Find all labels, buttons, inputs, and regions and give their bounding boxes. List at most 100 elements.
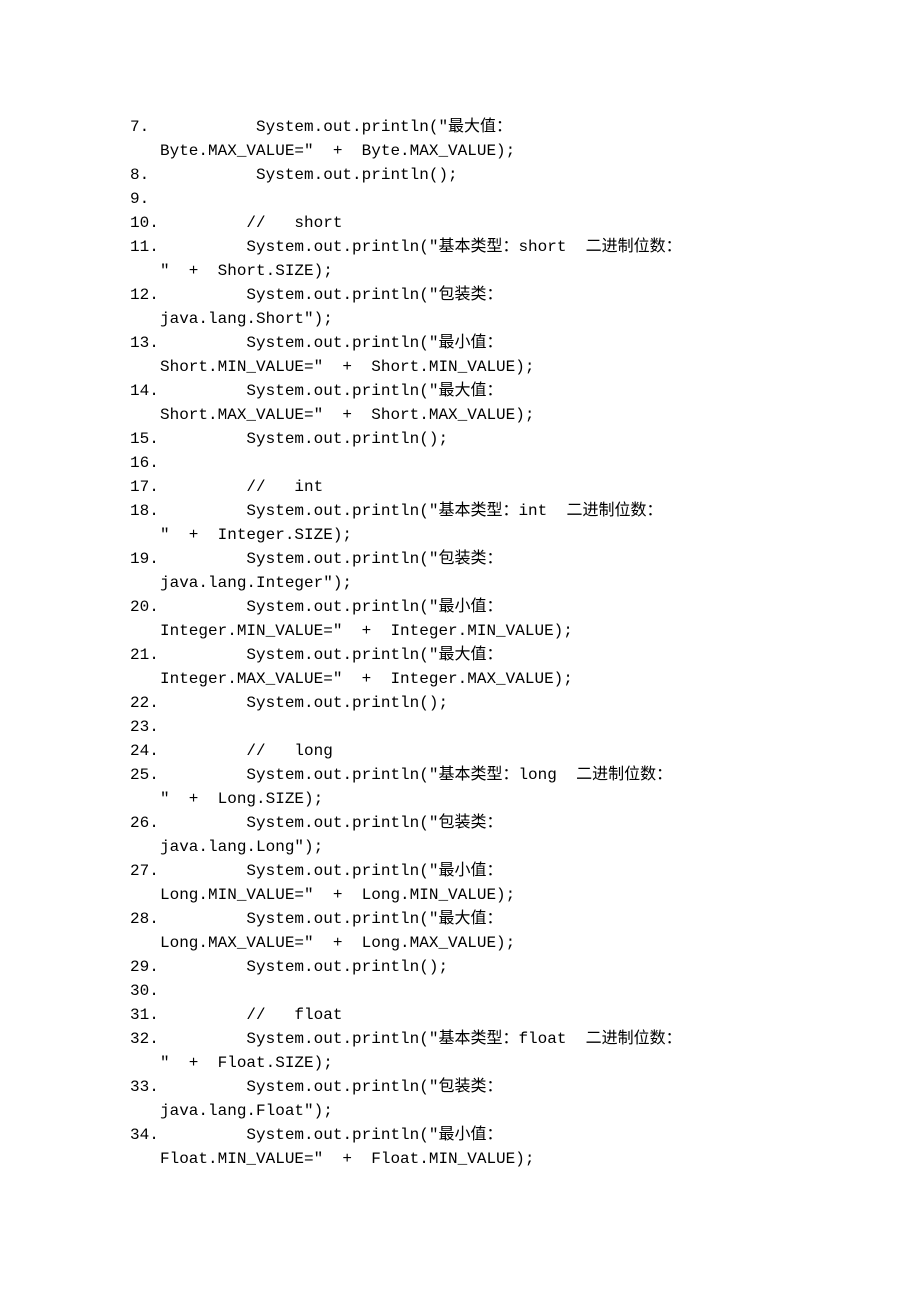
document-page: 7. System.out.println("最大值：Byte.MAX_VALU… [0, 0, 920, 1271]
code-line: 24. // long [130, 739, 790, 763]
code-text: System.out.println("基本类型：long 二进制位数： [160, 763, 790, 787]
code-line: 12. System.out.println("包装类： [130, 283, 790, 307]
code-line: 34. System.out.println("最小值： [130, 1123, 790, 1147]
code-line: 11. System.out.println("基本类型：short 二进制位数… [130, 235, 790, 259]
code-text: // int [160, 475, 790, 499]
line-number: 15. [130, 427, 160, 451]
code-continuation: Integer.MIN_VALUE=" + Integer.MIN_VALUE)… [130, 619, 790, 643]
code-line: 29. System.out.println(); [130, 955, 790, 979]
line-number: 22. [130, 691, 160, 715]
line-number: 31. [130, 1003, 160, 1027]
line-number: 30. [130, 979, 160, 1003]
code-text [160, 715, 790, 739]
code-line: 18. System.out.println("基本类型：int 二进制位数： [130, 499, 790, 523]
code-line: 19. System.out.println("包装类： [130, 547, 790, 571]
code-continuation: java.lang.Long"); [130, 835, 790, 859]
code-text: System.out.println(); [160, 427, 790, 451]
code-line: 10. // short [130, 211, 790, 235]
code-line: 22. System.out.println(); [130, 691, 790, 715]
line-number: 32. [130, 1027, 160, 1051]
line-number: 8. [130, 163, 160, 187]
line-number: 9. [130, 187, 160, 211]
code-continuation: java.lang.Float"); [130, 1099, 790, 1123]
code-line: 13. System.out.println("最小值： [130, 331, 790, 355]
code-text: System.out.println("最小值： [160, 331, 790, 355]
code-continuation: Long.MIN_VALUE=" + Long.MIN_VALUE); [130, 883, 790, 907]
code-text: System.out.println("最大值： [160, 379, 790, 403]
code-text: // float [160, 1003, 790, 1027]
code-line: 8. System.out.println(); [130, 163, 790, 187]
code-text: System.out.println("最小值： [160, 1123, 790, 1147]
code-text [160, 451, 790, 475]
line-number: 27. [130, 859, 160, 883]
line-number: 21. [130, 643, 160, 667]
code-continuation: " + Long.SIZE); [130, 787, 790, 811]
code-continuation: java.lang.Short"); [130, 307, 790, 331]
code-text: // long [160, 739, 790, 763]
code-continuation: Short.MAX_VALUE=" + Short.MAX_VALUE); [130, 403, 790, 427]
code-text: System.out.println("最大值： [160, 115, 790, 139]
code-line: 33. System.out.println("包装类： [130, 1075, 790, 1099]
code-line: 21. System.out.println("最大值： [130, 643, 790, 667]
code-text: System.out.println("基本类型：float 二进制位数： [160, 1027, 790, 1051]
code-line: 23. [130, 715, 790, 739]
line-number: 12. [130, 283, 160, 307]
code-line: 30. [130, 979, 790, 1003]
code-line: 7. System.out.println("最大值： [130, 115, 790, 139]
line-number: 10. [130, 211, 160, 235]
code-text: System.out.println(); [160, 163, 790, 187]
code-text: System.out.println(); [160, 691, 790, 715]
code-line: 26. System.out.println("包装类： [130, 811, 790, 835]
line-number: 19. [130, 547, 160, 571]
line-number: 14. [130, 379, 160, 403]
code-continuation: " + Short.SIZE); [130, 259, 790, 283]
line-number: 16. [130, 451, 160, 475]
line-number: 13. [130, 331, 160, 355]
code-continuation: " + Integer.SIZE); [130, 523, 790, 547]
line-number: 25. [130, 763, 160, 787]
line-number: 11. [130, 235, 160, 259]
code-text: System.out.println("包装类： [160, 547, 790, 571]
code-line: 9. [130, 187, 790, 211]
code-line: 31. // float [130, 1003, 790, 1027]
line-number: 17. [130, 475, 160, 499]
line-number: 28. [130, 907, 160, 931]
code-text: System.out.println("基本类型：int 二进制位数： [160, 499, 790, 523]
code-text [160, 187, 790, 211]
line-number: 34. [130, 1123, 160, 1147]
code-continuation: Long.MAX_VALUE=" + Long.MAX_VALUE); [130, 931, 790, 955]
code-continuation: " + Float.SIZE); [130, 1051, 790, 1075]
code-text: System.out.println("最小值： [160, 595, 790, 619]
code-text: System.out.println("包装类： [160, 1075, 790, 1099]
line-number: 20. [130, 595, 160, 619]
line-number: 29. [130, 955, 160, 979]
code-continuation: Byte.MAX_VALUE=" + Byte.MAX_VALUE); [130, 139, 790, 163]
code-text: System.out.println("最大值： [160, 907, 790, 931]
code-text: System.out.println("最大值： [160, 643, 790, 667]
code-continuation: Short.MIN_VALUE=" + Short.MIN_VALUE); [130, 355, 790, 379]
line-number: 23. [130, 715, 160, 739]
line-number: 18. [130, 499, 160, 523]
code-continuation: java.lang.Integer"); [130, 571, 790, 595]
code-text [160, 979, 790, 1003]
line-number: 7. [130, 115, 160, 139]
line-number: 26. [130, 811, 160, 835]
code-text: System.out.println("包装类： [160, 283, 790, 307]
code-line: 32. System.out.println("基本类型：float 二进制位数… [130, 1027, 790, 1051]
code-line: 17. // int [130, 475, 790, 499]
code-line: 25. System.out.println("基本类型：long 二进制位数： [130, 763, 790, 787]
code-line: 14. System.out.println("最大值： [130, 379, 790, 403]
code-line: 15. System.out.println(); [130, 427, 790, 451]
code-line: 20. System.out.println("最小值： [130, 595, 790, 619]
code-line: 27. System.out.println("最小值： [130, 859, 790, 883]
code-continuation: Float.MIN_VALUE=" + Float.MIN_VALUE); [130, 1147, 790, 1171]
code-text: System.out.println("基本类型：short 二进制位数： [160, 235, 790, 259]
line-number: 33. [130, 1075, 160, 1099]
code-text: System.out.println("包装类： [160, 811, 790, 835]
code-text: // short [160, 211, 790, 235]
code-text: System.out.println("最小值： [160, 859, 790, 883]
code-continuation: Integer.MAX_VALUE=" + Integer.MAX_VALUE)… [130, 667, 790, 691]
code-text: System.out.println(); [160, 955, 790, 979]
line-number: 24. [130, 739, 160, 763]
code-line: 16. [130, 451, 790, 475]
